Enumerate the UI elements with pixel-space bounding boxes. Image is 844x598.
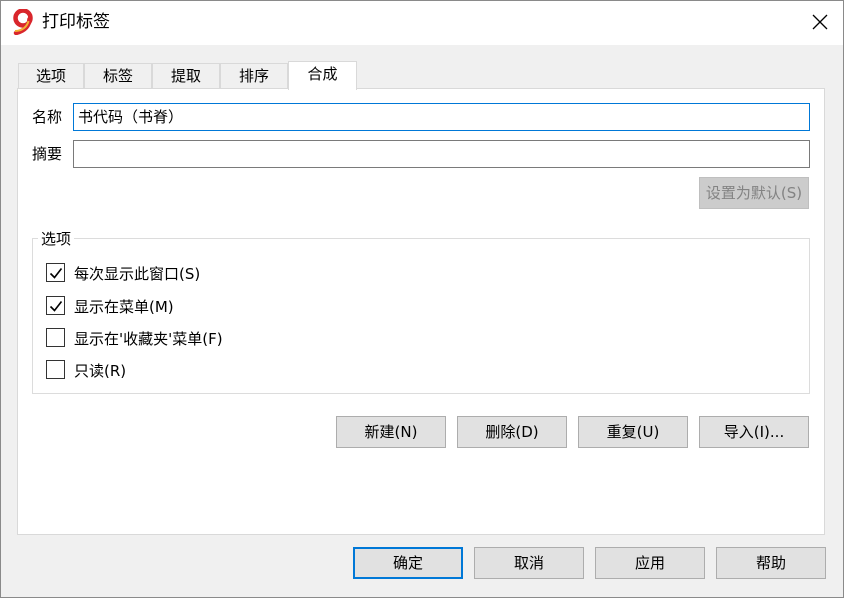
show-window-label: 每次显示此窗口(S) [74, 265, 201, 283]
title-bar: 打印标签 [1, 1, 843, 45]
checkmark-icon [49, 268, 63, 279]
reset-button[interactable]: 重复(U) [578, 416, 688, 448]
help-button[interactable]: 帮助 [716, 547, 826, 579]
tab-options[interactable]: 选项 [18, 63, 84, 89]
read-only-checkbox[interactable] [46, 360, 65, 379]
cancel-button[interactable]: 取消 [474, 547, 584, 579]
close-icon [812, 14, 828, 30]
options-group-title: 选项 [38, 229, 75, 249]
window-title: 打印标签 [42, 12, 110, 32]
name-field[interactable]: 书代码（书脊） [73, 103, 810, 131]
close-button[interactable] [797, 1, 843, 45]
set-default-button[interactable]: 设置为默认(S) [699, 177, 809, 209]
show-favorites-label: 显示在'收藏夹'菜单(F) [74, 330, 223, 348]
tab-label[interactable]: 标签 [84, 63, 152, 89]
new-button[interactable]: 新建(N) [336, 416, 446, 448]
tab-sort[interactable]: 排序 [220, 63, 288, 89]
show-favorites-checkbox[interactable] [46, 328, 65, 347]
tab-compose[interactable]: 合成 [288, 61, 357, 90]
show-window-checkbox[interactable] [46, 263, 65, 282]
checkmark-icon [49, 301, 63, 312]
apply-button[interactable]: 应用 [595, 547, 705, 579]
import-button[interactable]: 导入(I)... [699, 416, 809, 448]
tab-extract[interactable]: 提取 [152, 63, 220, 89]
show-menu-checkbox[interactable] [46, 296, 65, 315]
app-logo-icon [12, 8, 36, 36]
summary-label: 摘要 [32, 145, 63, 163]
delete-button[interactable]: 删除(D) [457, 416, 567, 448]
summary-field[interactable] [73, 140, 810, 168]
read-only-label: 只读(R) [74, 362, 127, 380]
show-menu-label: 显示在菜单(M) [74, 298, 174, 316]
ok-button[interactable]: 确定 [353, 547, 463, 579]
name-label: 名称 [32, 108, 63, 126]
